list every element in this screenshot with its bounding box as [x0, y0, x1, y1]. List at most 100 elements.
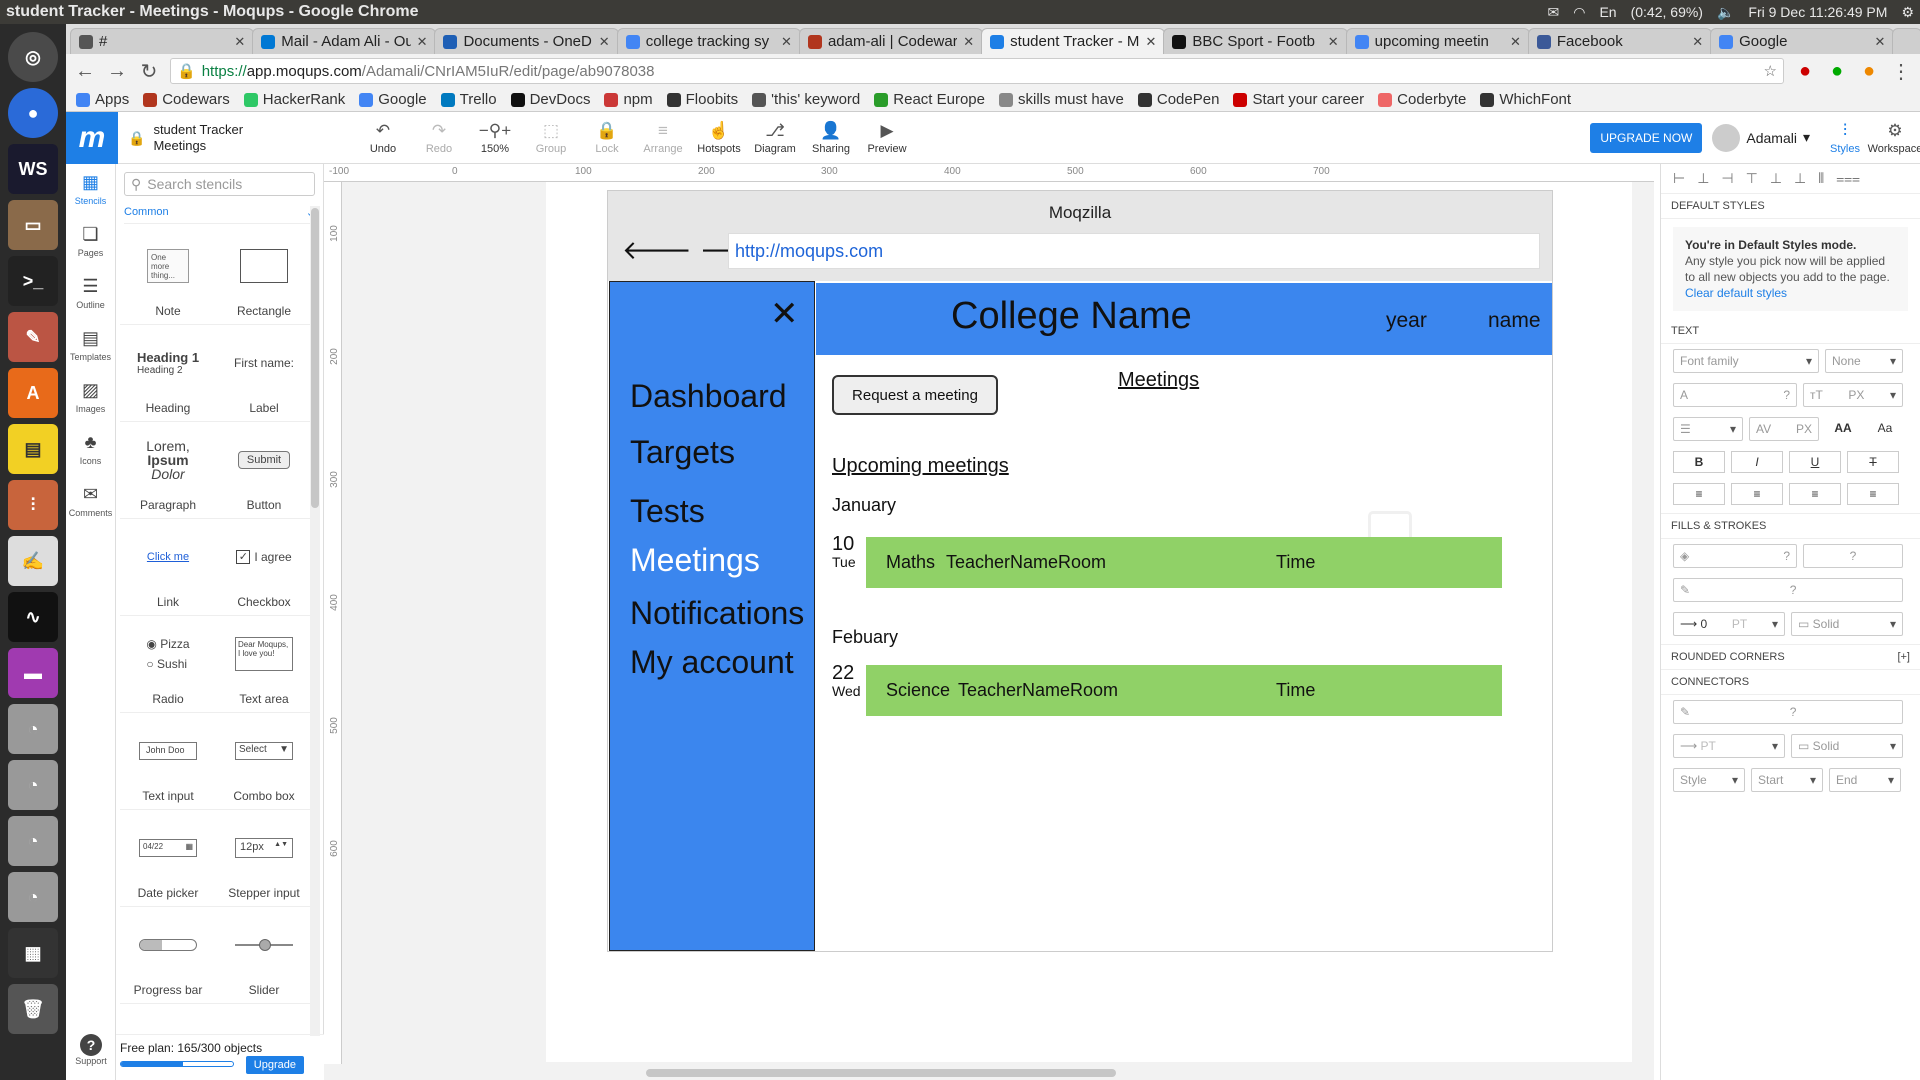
connector-type-select[interactable]: Style — [1673, 768, 1745, 792]
bookmark-item[interactable]: Coderbyte — [1378, 91, 1466, 108]
extension-icon[interactable]: ● — [1794, 60, 1816, 83]
distribute-h-icon[interactable]: ⫴ — [1818, 170, 1824, 187]
search-stencils-input[interactable]: ⚲ Search stencils — [124, 172, 315, 196]
meeting-row[interactable]: Maths TeacherName Room Time — [866, 537, 1502, 588]
connector-start-select[interactable]: Start — [1751, 768, 1823, 792]
close-icon[interactable]: ✕ — [781, 34, 792, 50]
bookmark-item[interactable]: Apps — [76, 91, 129, 108]
nav-meetings[interactable]: Meetings — [630, 542, 760, 579]
browser-tab[interactable]: upcoming meetin ✕ — [1345, 28, 1530, 54]
close-icon[interactable]: ✕ — [1328, 34, 1339, 50]
close-icon[interactable]: ✕ — [1146, 34, 1157, 50]
system-tools-icon[interactable]: ✎ — [8, 312, 58, 362]
browser-tab[interactable]: adam-ali | Codewar ✕ — [798, 28, 984, 54]
bookmark-item[interactable]: Codewars — [143, 91, 230, 108]
moqups-logo[interactable]: m — [66, 111, 118, 164]
stencil-label[interactable]: First name: Label — [216, 325, 312, 422]
system-monitor-icon[interactable]: ∿ — [8, 592, 58, 642]
tool-arrange-button[interactable]: ≡ Arrange — [638, 121, 688, 155]
capitalize-button[interactable]: Aa — [1867, 417, 1903, 439]
stencil-text-input[interactable]: John Doo Text input — [120, 713, 216, 810]
back-icon[interactable]: ← — [74, 60, 96, 83]
close-icon[interactable]: ✕ — [417, 34, 428, 50]
bookmark-item[interactable]: Floobits — [666, 91, 738, 108]
bookmark-item[interactable]: WhichFont — [1480, 91, 1571, 108]
canvas-h-scrollbar[interactable] — [324, 1064, 1654, 1080]
text-align-left-icon[interactable]: ≡ — [1673, 483, 1725, 505]
upgrade-button[interactable]: Upgrade — [245, 1056, 304, 1074]
mockup-url-field[interactable]: http://moqups.com — [728, 233, 1540, 269]
upgrade-now-button[interactable]: UPGRADE NOW — [1590, 122, 1703, 153]
close-icon[interactable]: ✕ — [770, 294, 799, 334]
stencil-checkbox[interactable]: ✓ I agree Checkbox — [216, 519, 312, 616]
clear-default-styles-link[interactable]: Clear default styles — [1685, 286, 1787, 300]
webstorm-icon[interactable]: WS — [8, 144, 58, 194]
letter-spacing-field[interactable]: AV PX — [1749, 417, 1819, 441]
year-label[interactable]: year — [1386, 309, 1427, 333]
new-tab-button[interactable] — [1892, 28, 1920, 54]
align-top-icon[interactable]: ⊤ — [1746, 170, 1758, 187]
close-icon[interactable]: ✕ — [963, 34, 974, 50]
rail-outline[interactable]: ☰ Outline — [76, 276, 105, 310]
italic-button[interactable]: I — [1731, 451, 1783, 473]
settings-gear-icon[interactable]: ⚙ — [1901, 4, 1914, 21]
media-app-icon[interactable]: ▬ — [8, 648, 58, 698]
nav-notifications[interactable]: Notifications — [630, 595, 804, 632]
terminal-icon[interactable]: >_ — [8, 256, 58, 306]
styles-button[interactable]: ⫶ Styles — [1820, 121, 1870, 155]
meeting-row[interactable]: Science TeacherName Room Time — [866, 665, 1502, 716]
add-rounded-corners[interactable]: [+] — [1897, 651, 1910, 663]
underline-button[interactable]: U — [1789, 451, 1841, 473]
chrome-icon[interactable]: ● — [8, 88, 58, 138]
stencil-slider[interactable]: Slider — [216, 907, 312, 1004]
user-menu[interactable]: Adamali ▾ — [1712, 123, 1810, 152]
font-weight-select[interactable]: None — [1825, 349, 1903, 373]
software-center-icon[interactable]: A — [8, 368, 58, 418]
connector-style-select[interactable]: ▭ Solid — [1791, 734, 1903, 758]
stroke-color-field[interactable]: ✎? — [1673, 578, 1903, 602]
text-justify-icon[interactable]: ≡ — [1847, 483, 1899, 505]
tool-diagram-button[interactable]: ⎇ Diagram — [750, 121, 800, 155]
bookmark-item[interactable]: Trello — [440, 91, 497, 108]
stencil-progress-bar[interactable]: Progress bar — [120, 907, 216, 1004]
browser-tab[interactable]: # ✕ — [70, 28, 255, 54]
nav-targets[interactable]: Targets — [630, 434, 735, 471]
fill-opacity-field[interactable]: ? — [1803, 544, 1903, 568]
nav-tests[interactable]: Tests — [630, 493, 705, 530]
reload-icon[interactable]: ↻ — [138, 59, 160, 84]
bookmark-item[interactable]: npm — [604, 91, 653, 108]
browser-tab[interactable]: Mail - Adam Ali - Ou ✕ — [252, 28, 437, 54]
stencil-combo-box[interactable]: Select ▼ Combo box — [216, 713, 312, 810]
wifi-icon[interactable]: ◠ — [1573, 4, 1585, 21]
bold-button[interactable]: B — [1673, 451, 1725, 473]
align-bottom-icon[interactable]: ⊥ — [1794, 170, 1806, 187]
extension-icon[interactable]: ● — [1858, 60, 1880, 83]
drive-icon[interactable]: ◔ — [8, 816, 58, 866]
file-manager-icon[interactable]: ▭ — [8, 200, 58, 250]
connector-end-select[interactable]: End — [1829, 768, 1901, 792]
drive-icon[interactable]: ◔ — [8, 704, 58, 754]
bookmark-item[interactable]: HackerRank — [243, 91, 345, 108]
name-label[interactable]: name — [1488, 309, 1541, 333]
bookmark-item[interactable]: Google — [359, 91, 427, 108]
keyboard-layout[interactable]: En — [1599, 4, 1616, 20]
rail-templates[interactable]: ▤ Templates — [70, 328, 111, 362]
browser-tab[interactable]: Facebook ✕ — [1527, 28, 1713, 54]
browser-tab[interactable]: college tracking sy ✕ — [616, 28, 801, 54]
extension-icon[interactable]: ● — [1826, 60, 1848, 83]
strikethrough-button[interactable]: T — [1847, 451, 1899, 473]
stencil-text-area[interactable]: Dear Moqups, I love you! Text area — [216, 616, 312, 713]
rounded-corners-header[interactable]: ROUNDED CORNERS [+] — [1661, 645, 1920, 670]
stroke-style-select[interactable]: ▭ Solid — [1791, 612, 1903, 636]
stencil-link[interactable]: Click me Link — [120, 519, 216, 616]
menu-icon[interactable]: ⋮ — [1890, 59, 1912, 84]
tool-preview-button[interactable]: ▶ Preview — [862, 121, 912, 155]
drive-icon[interactable]: ◔ — [8, 760, 58, 810]
font-family-select[interactable]: Font family — [1673, 349, 1819, 373]
nav-dashboard[interactable]: Dashboard — [630, 378, 787, 415]
align-right-icon[interactable]: ⊣ — [1721, 170, 1733, 187]
bookmark-item[interactable]: 'this' keyword — [752, 91, 860, 108]
clock[interactable]: Fri 9 Dec 11:26:49 PM — [1748, 4, 1887, 20]
rail-pages[interactable]: ❏ Pages — [78, 224, 104, 258]
tool-redo-button[interactable]: ↷ Redo — [414, 121, 464, 155]
